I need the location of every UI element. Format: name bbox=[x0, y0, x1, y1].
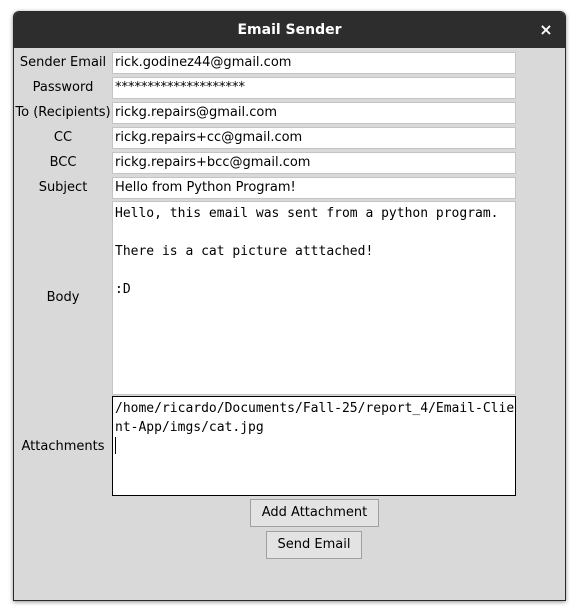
text-cursor bbox=[115, 437, 116, 454]
body-label: Body bbox=[46, 290, 80, 305]
body-textarea[interactable]: Hello, this email was sent from a python… bbox=[112, 201, 516, 395]
cc-field[interactable]: rickg.repairs+cc@gmail.com bbox=[112, 127, 516, 149]
title-bar[interactable]: Email Sender × bbox=[14, 12, 565, 48]
sender-email-field[interactable]: rick.godinez44@gmail.com bbox=[112, 52, 516, 74]
attachment-path: /home/ricardo/Documents/Fall-25/report_4… bbox=[115, 401, 515, 435]
cc-label: CC bbox=[53, 130, 73, 145]
bcc-label: BCC bbox=[49, 155, 77, 170]
add-attachment-button[interactable]: Add Attachment bbox=[250, 499, 379, 527]
password-label: Password bbox=[32, 80, 94, 95]
attachments-label: Attachments bbox=[21, 439, 105, 454]
attachments-textarea[interactable]: /home/ricardo/Documents/Fall-25/report_4… bbox=[112, 396, 516, 496]
subject-label: Subject bbox=[38, 180, 88, 195]
close-icon[interactable]: × bbox=[537, 21, 555, 39]
to-recipients-label: To (Recipients) bbox=[15, 105, 111, 120]
subject-field[interactable]: Hello from Python Program! bbox=[112, 177, 516, 199]
send-email-button[interactable]: Send Email bbox=[266, 531, 362, 559]
to-recipients-field[interactable]: rickg.repairs@gmail.com bbox=[112, 102, 516, 124]
sender-email-label: Sender Email bbox=[19, 55, 107, 70]
email-sender-window: Email Sender × Sender Email rick.godinez… bbox=[13, 11, 566, 601]
password-field[interactable]: ******************** bbox=[112, 77, 516, 99]
bcc-field[interactable]: rickg.repairs+bcc@gmail.com bbox=[112, 152, 516, 174]
window-title: Email Sender bbox=[237, 22, 342, 38]
